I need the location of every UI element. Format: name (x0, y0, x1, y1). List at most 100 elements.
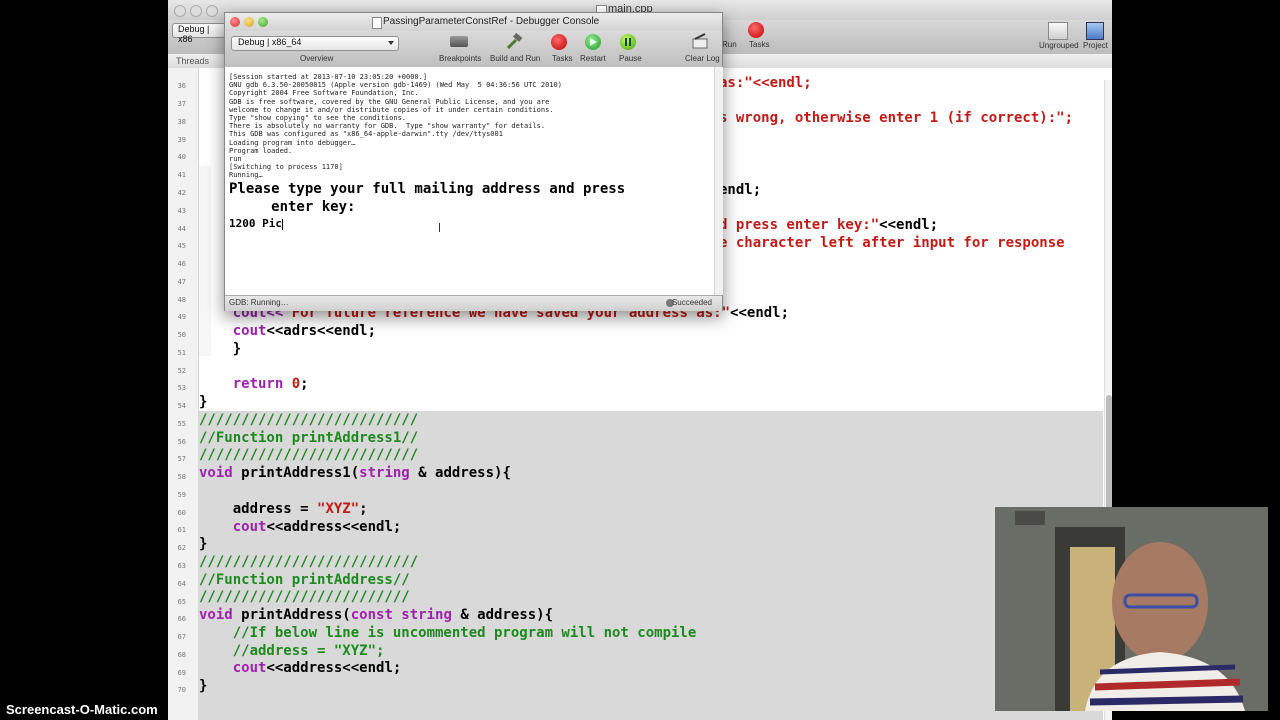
code-line-56: ////////////////////////// (199, 447, 419, 463)
line-number: 39 (177, 136, 186, 144)
console-titlebar: PassingParameterConstRef - Debugger Cons… (225, 13, 722, 32)
line-number: 59 (177, 491, 186, 499)
zoom-icon[interactable] (258, 17, 268, 27)
code-line-54: ////////////////////////// (199, 412, 419, 428)
ungrouped-button[interactable]: Ungrouped (1039, 41, 1079, 50)
code-line-44: d press enter key:"<<endl; (719, 217, 939, 233)
line-number: 56 (177, 438, 186, 446)
line-number: 64 (177, 580, 186, 588)
code-line-42: endl; (719, 182, 762, 198)
close-icon[interactable] (230, 17, 240, 27)
tasks-button[interactable]: Tasks (552, 54, 572, 63)
gdb-line-8: This GDB was configured as "x86_64-apple… (229, 130, 503, 139)
console-toolbar: Debug | x86_64 Overview Breakpoints Buil… (225, 31, 722, 68)
code-line-38: s wrong, otherwise enter 1 (if correct):… (719, 110, 1074, 126)
code-line-60: cout<<address<<endl; (199, 519, 402, 535)
console-input[interactable]: 1200 Pic (229, 215, 283, 233)
code-line-66: //If below line is uncommented program w… (199, 625, 697, 641)
line-number: 49 (177, 313, 186, 321)
gdb-line-13: Running… (229, 171, 263, 180)
line-number: 47 (177, 278, 186, 286)
minimize-icon[interactable] (244, 17, 254, 27)
run-button[interactable]: Run (722, 40, 737, 49)
console-title: PassingParameterConstRef - Debugger Cons… (383, 16, 600, 27)
line-number: 65 (177, 598, 186, 606)
code-line-67: //address = "XYZ"; (199, 643, 385, 659)
line-number: 46 (177, 260, 186, 268)
console-output[interactable]: [Session started at 2013-07-10 23:05:20 … (225, 67, 714, 295)
gdb-line-3: Copyright 2004 Free Software Foundation,… (229, 89, 419, 98)
gdb-line-10: Program loaded. (229, 146, 293, 155)
gdb-line-1: [Session started at 2013-07-10 23:05:20 … (229, 73, 428, 81)
threads-label[interactable]: Threads (176, 56, 209, 66)
stop-icon[interactable] (551, 34, 567, 50)
gdb-line-7: There is absolutely no warranty for GDB.… (229, 122, 546, 131)
clear-log-button[interactable]: Clear Log (685, 54, 720, 63)
line-number: 63 (177, 562, 186, 570)
hammer-icon[interactable] (505, 32, 523, 51)
code-line-61: } (199, 536, 208, 552)
breakpoints-icon[interactable] (450, 36, 468, 47)
code-line-50: } (199, 341, 242, 357)
line-number-gutter: 36 37 38 39 40 41 42 43 44 45 46 47 48 49 50 51 52 53 54 55… (168, 68, 199, 720)
line-number: 68 (177, 651, 186, 659)
breakpoints-button[interactable]: Breakpoints (439, 54, 481, 63)
ibeam-cursor-icon (439, 223, 440, 232)
code-line-64: ///////////////////////// (199, 589, 410, 605)
program-prompt-line-1: Please type your full mailing address an… (229, 181, 626, 197)
pause-icon[interactable] (620, 34, 636, 50)
line-number: 41 (177, 171, 186, 179)
line-number: 57 (177, 455, 186, 463)
console-scheme-label: Debug | x86_64 (238, 37, 302, 47)
code-line-68: cout<<address<<endl; (199, 660, 402, 676)
debugger-console-window: PassingParameterConstRef - Debugger Cons… (224, 12, 723, 311)
line-number: 48 (177, 296, 186, 304)
line-number: 50 (177, 331, 186, 339)
code-line-69: } (199, 678, 208, 694)
gdb-line-2: GNU gdb 6.3.50-20050815 (Apple version g… (229, 81, 562, 90)
restart-icon[interactable] (585, 34, 601, 50)
pause-button[interactable]: Pause (619, 54, 642, 63)
gdb-line-9: Loading program into debugger… (229, 138, 356, 147)
line-number: 44 (177, 225, 186, 233)
line-number: 54 (177, 402, 186, 410)
text-cursor (281, 218, 283, 230)
line-number: 40 (177, 153, 186, 161)
document-icon (372, 17, 382, 29)
line-number: 60 (177, 509, 186, 517)
console-scheme-popup[interactable]: Debug | x86_64 (231, 36, 399, 51)
webcam-image (995, 507, 1268, 711)
code-line-55: //Function printAddress1// (199, 430, 419, 446)
scheme-label: Debug | x86 (178, 24, 210, 44)
gdb-line-5: welcome to change it and/or distribute c… (229, 105, 554, 114)
gdb-line-4: GDB is free software, covered by the GNU… (229, 97, 550, 106)
line-number: 61 (177, 526, 186, 534)
clear-log-icon[interactable] (691, 33, 709, 50)
scheme-popup[interactable]: Debug | x86 (172, 23, 226, 44)
zoom-icon[interactable] (206, 5, 218, 17)
program-prompt-line-2: enter key: (229, 199, 356, 215)
build-and-run-button[interactable]: Build and Run (490, 54, 540, 63)
line-number: 58 (177, 473, 186, 481)
code-line-63: //Function printAddress// (199, 572, 410, 588)
line-number: 62 (177, 544, 186, 552)
code-line-59: address = "XYZ"; (199, 501, 368, 517)
gdb-line-12: [Switching to process 1170] (229, 163, 343, 172)
overview-label: Overview (300, 54, 334, 63)
line-number: 69 (177, 669, 186, 677)
code-line-62: ////////////////////////// (199, 554, 419, 570)
line-number: 70 (177, 686, 186, 694)
tasks-button[interactable]: Tasks (749, 40, 769, 49)
project-icon[interactable] (1086, 22, 1104, 40)
line-number: 53 (177, 384, 186, 392)
console-scrollbar[interactable] (714, 67, 723, 295)
minimize-icon[interactable] (190, 5, 202, 17)
close-icon[interactable] (174, 5, 186, 17)
project-button[interactable]: Project (1083, 41, 1108, 50)
stop-icon[interactable] (748, 22, 764, 38)
code-line-45: e character left after input for respons… (719, 235, 1065, 251)
restart-button[interactable]: Restart (580, 54, 606, 63)
gdb-line-6: Type "show copying" to see the condition… (229, 114, 407, 122)
code-line-49: cout<<adrs<<endl; (199, 323, 377, 339)
ungrouped-icon[interactable] (1048, 22, 1068, 40)
